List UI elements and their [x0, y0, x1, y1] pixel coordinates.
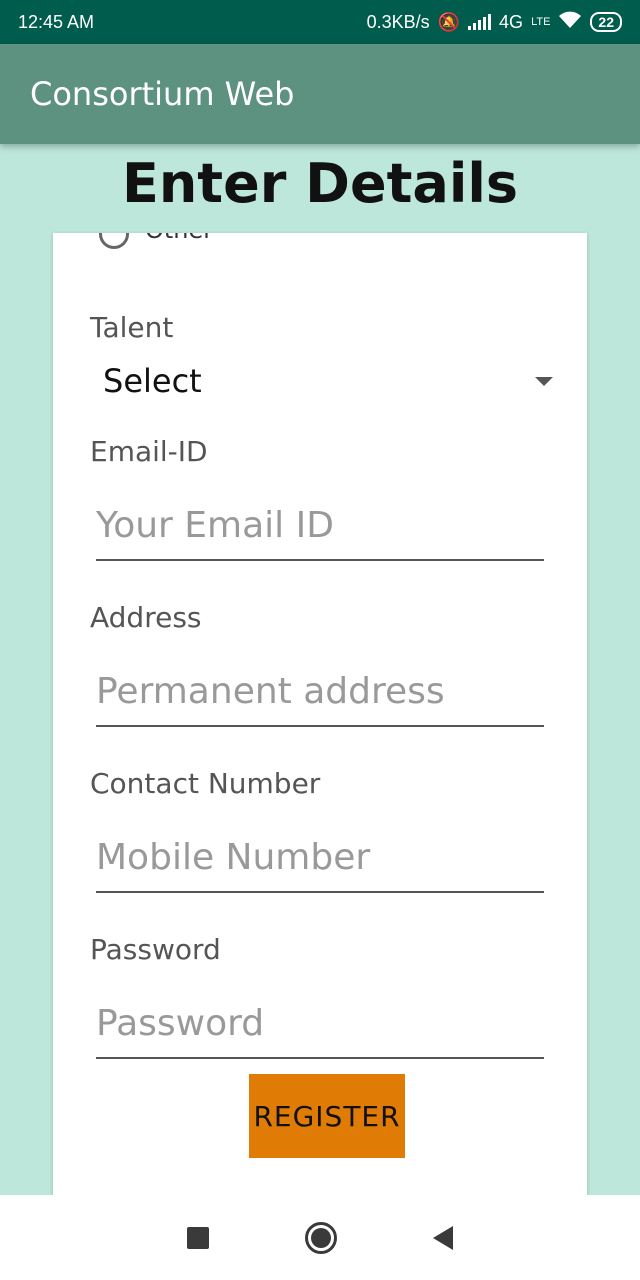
- radio-label: Other: [145, 233, 213, 244]
- email-field-wrap: [96, 491, 544, 561]
- back-icon[interactable]: [433, 1225, 453, 1250]
- home-icon[interactable]: [305, 1221, 337, 1254]
- talent-select[interactable]: Select: [103, 359, 553, 403]
- page-heading: Enter Details: [121, 152, 519, 215]
- mobile-number-field[interactable]: [96, 823, 544, 891]
- password-field[interactable]: [96, 989, 544, 1057]
- contact-field-wrap: [96, 823, 544, 893]
- recents-icon[interactable]: [187, 1226, 209, 1249]
- talent-select-value: Select: [103, 362, 202, 400]
- status-time: 12:45 AM: [18, 11, 95, 32]
- email-label: Email-ID: [90, 435, 208, 468]
- password-field-wrap: [96, 989, 544, 1059]
- app-title: Consortium Web: [30, 75, 295, 113]
- app-bar: Consortium Web: [0, 44, 640, 144]
- dropdown-arrow-icon[interactable]: [535, 376, 553, 386]
- talent-label: Talent: [90, 311, 174, 344]
- address-field-wrap: [96, 657, 544, 727]
- password-label: Password: [90, 933, 221, 966]
- wifi-icon: [558, 11, 582, 34]
- battery-icon: 22: [590, 12, 622, 32]
- radio-option-other[interactable]: Other: [99, 233, 213, 249]
- network-type: 4G: [499, 11, 524, 32]
- address-field[interactable]: [96, 657, 544, 725]
- system-nav-bar: [0, 1195, 640, 1280]
- email-field[interactable]: [96, 491, 544, 559]
- bell-muted-icon: 🔕: [437, 11, 461, 32]
- status-icons: 0.3KB/s 🔕 4G LTE 22: [367, 11, 622, 34]
- volte-icon: LTE: [531, 16, 551, 28]
- status-bar: 12:45 AM 0.3KB/s 🔕 4G LTE 22: [0, 0, 640, 44]
- contact-label: Contact Number: [90, 767, 321, 800]
- radio-circle-icon[interactable]: [99, 233, 129, 249]
- address-label: Address: [90, 601, 202, 634]
- form-card: Other Talent Select Email-ID Address Con…: [53, 233, 587, 1195]
- network-speed: 0.3KB/s: [366, 11, 430, 32]
- register-button[interactable]: REGISTER: [249, 1074, 405, 1158]
- signal-icon: [468, 14, 492, 30]
